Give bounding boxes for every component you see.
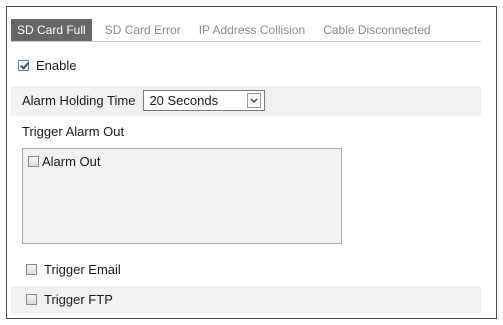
alarm-out-item: Alarm Out	[28, 154, 101, 169]
trigger-ftp-row: Trigger FTP	[26, 292, 113, 307]
tab-cable-disconnected[interactable]: Cable Disconnected	[318, 19, 435, 41]
tab-sd-card-full[interactable]: SD Card Full	[11, 19, 92, 41]
trigger-email-label: Trigger Email	[44, 262, 121, 277]
trigger-ftp-label: Trigger FTP	[44, 292, 113, 307]
tab-ip-address-collision[interactable]: IP Address Collision	[194, 19, 311, 41]
enable-label: Enable	[36, 58, 77, 73]
enable-row: Enable	[18, 58, 76, 73]
enable-checkbox[interactable]	[18, 60, 29, 71]
tab-bar: SD Card Full SD Card Error IP Address Co…	[11, 13, 481, 42]
tab-sd-card-error[interactable]: SD Card Error	[100, 19, 186, 41]
trigger-email-checkbox[interactable]	[26, 264, 37, 275]
alarm-holding-time-value: 20 Seconds	[149, 93, 219, 108]
alarm-out-list: Alarm Out	[22, 148, 342, 244]
alarm-out-checkbox[interactable]	[28, 156, 39, 167]
alarm-holding-time-select[interactable]: 20 Seconds	[143, 90, 266, 111]
trigger-email-row: Trigger Email	[26, 262, 121, 277]
trigger-ftp-checkbox[interactable]	[26, 294, 37, 305]
chevron-down-icon[interactable]	[247, 93, 262, 108]
trigger-alarm-out-row: Trigger Alarm Out	[22, 124, 124, 139]
alarm-holding-time-label: Alarm Holding Time	[22, 93, 136, 108]
alarm-out-label: Alarm Out	[42, 154, 101, 169]
trigger-alarm-out-label: Trigger Alarm Out	[22, 124, 125, 139]
alarm-holding-time-row: Alarm Holding Time 20 Seconds	[22, 90, 266, 111]
